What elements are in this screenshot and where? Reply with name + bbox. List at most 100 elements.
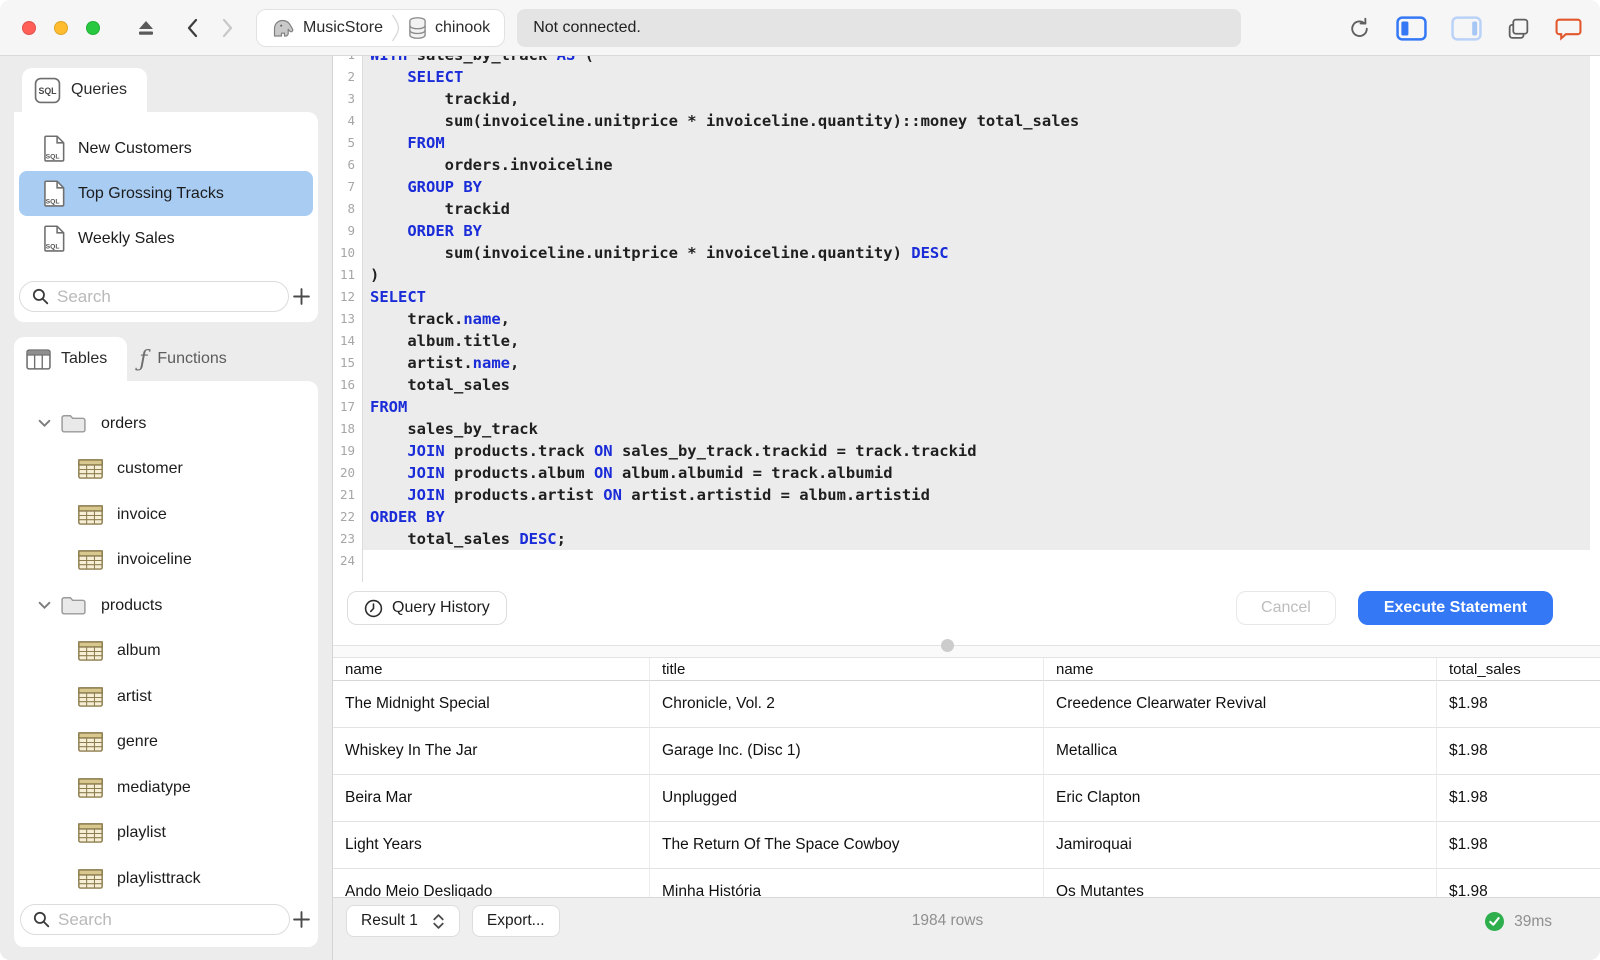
connection-status: Not connected.: [517, 8, 1242, 47]
result-cell[interactable]: Whiskey In The Jar: [333, 728, 650, 775]
breadcrumb-connection[interactable]: MusicStore: [271, 17, 383, 39]
result-cell[interactable]: Ando Meio Desligado: [333, 869, 650, 897]
breadcrumb-database[interactable]: chinook: [408, 16, 490, 40]
column-header[interactable]: name: [333, 658, 650, 681]
cancel-button[interactable]: Cancel: [1236, 591, 1336, 625]
queries-search-input[interactable]: [57, 286, 278, 307]
result-row[interactable]: Ando Meio Desligado Minha História Os Muta…: [333, 869, 1600, 897]
chevron-down-icon[interactable]: [38, 601, 52, 610]
tables-search-row: [20, 904, 312, 935]
query-history-button[interactable]: Query History: [347, 591, 507, 625]
splitter-handle-icon[interactable]: [940, 639, 954, 652]
result-cell[interactable]: The Midnight Special: [333, 681, 650, 728]
result-cell[interactable]: Unplugged: [650, 775, 1044, 822]
result-cell[interactable]: The Return Of The Space Cowboy: [650, 822, 1044, 869]
query-list-item[interactable]: SQL Weekly Sales: [19, 216, 313, 261]
query-list-item[interactable]: SQL New Customers: [19, 126, 313, 171]
add-table-button[interactable]: [290, 910, 312, 929]
toggle-left-sidebar-icon[interactable]: [1396, 15, 1427, 41]
search-icon: [32, 288, 49, 305]
result-cell[interactable]: Os Mutantes: [1044, 869, 1437, 897]
zoom-button[interactable]: [86, 20, 100, 35]
result-cell[interactable]: Minha História: [650, 869, 1044, 897]
app-window: MusicStore chinook Not connected. SQL Qu…: [0, 0, 1600, 960]
result-cell[interactable]: Beira Mar: [333, 775, 650, 822]
schema-folder[interactable]: orders: [14, 401, 318, 447]
line-number: 8: [347, 201, 355, 216]
tab-functions[interactable]: ƒ Functions: [127, 337, 247, 381]
table-item[interactable]: mediatype: [14, 765, 318, 811]
sql-file-icon: SQL: [43, 180, 66, 207]
column-header[interactable]: title: [650, 658, 1044, 681]
result-cell[interactable]: Eric Clapton: [1044, 775, 1437, 822]
table-item[interactable]: artist: [14, 674, 318, 720]
table-item[interactable]: album: [14, 629, 318, 675]
sql-editor[interactable]: 123456789101112131415161718192021222324 …: [333, 56, 1600, 582]
tab-queries[interactable]: SQL Queries: [22, 68, 148, 112]
code-line: sum(invoiceline.unitprice * invoiceline.…: [370, 112, 1080, 130]
forward-icon[interactable]: [222, 18, 234, 38]
result-cell[interactable]: $1.98: [1437, 728, 1600, 775]
refresh-icon[interactable]: [1347, 16, 1372, 41]
result-row[interactable]: Light Years The Return Of The Space Cowbo…: [333, 822, 1600, 869]
back-icon[interactable]: [186, 18, 198, 38]
add-query-button[interactable]: [289, 287, 313, 306]
chevron-down-icon[interactable]: [38, 419, 52, 428]
result-cell[interactable]: Chronicle, Vol. 2: [650, 681, 1044, 728]
result-row[interactable]: The Midnight Special Chronicle, Vol. 2 Cre…: [333, 681, 1600, 728]
column-header[interactable]: total_sales: [1437, 658, 1600, 681]
pane-splitter[interactable]: [333, 634, 1600, 658]
code-area[interactable]: WITH sales_by_track AS ( SELECT trackid,…: [363, 56, 1600, 582]
sql-file-icon: SQL: [43, 225, 66, 252]
query-list-item[interactable]: SQL Top Grossing Tracks: [19, 171, 313, 216]
result-cell[interactable]: $1.98: [1437, 681, 1600, 728]
code-line: FROM: [370, 398, 408, 416]
table-icon: [78, 823, 103, 844]
line-number: 16: [339, 377, 355, 392]
result-cell[interactable]: Creedence Clearwater Revival: [1044, 681, 1437, 728]
execute-statement-button[interactable]: Execute Statement: [1357, 591, 1553, 625]
result-cell[interactable]: Metallica: [1044, 728, 1437, 775]
table-item[interactable]: invoiceline: [14, 538, 318, 584]
code-line: JOIN products.album ON album.albumid = t…: [407, 464, 893, 482]
sql-badge-icon: SQL: [34, 77, 61, 104]
sidebar: SQL Queries SQL New Customers SQL Top Gross…: [0, 56, 333, 960]
tab-tables[interactable]: Tables: [14, 337, 128, 381]
result-cell[interactable]: $1.98: [1437, 775, 1600, 822]
close-button[interactable]: [22, 20, 36, 35]
table-name: album: [117, 642, 161, 660]
result-cell[interactable]: $1.98: [1437, 822, 1600, 869]
line-number: 24: [339, 553, 355, 568]
table-item[interactable]: playlisttrack: [14, 856, 318, 902]
table-icon: [78, 777, 103, 798]
result-cell[interactable]: Jamiroquai: [1044, 822, 1437, 869]
table-name: artist: [117, 687, 152, 705]
result-cell[interactable]: Light Years: [333, 822, 650, 869]
table-item[interactable]: invoice: [14, 492, 318, 538]
line-number: 10: [339, 245, 355, 260]
line-number: 18: [339, 421, 355, 436]
table-columns-icon: [26, 348, 51, 370]
tables-search-input[interactable]: [58, 909, 279, 930]
toggle-right-sidebar-icon[interactable]: [1451, 15, 1482, 41]
result-cell[interactable]: $1.98: [1437, 869, 1600, 897]
table-item[interactable]: genre: [14, 720, 318, 766]
line-number: 17: [339, 399, 355, 414]
schema-folder[interactable]: products: [14, 583, 318, 629]
query-name: Weekly Sales: [78, 229, 175, 247]
table-item[interactable]: playlist: [14, 811, 318, 857]
svg-text:SQL: SQL: [38, 86, 57, 96]
line-number: 23: [339, 531, 355, 546]
feedback-chat-icon[interactable]: [1555, 16, 1582, 41]
column-header[interactable]: name: [1044, 658, 1437, 681]
queries-search-box: [19, 281, 289, 312]
result-cell[interactable]: Garage Inc. (Disc 1): [650, 728, 1044, 775]
breadcrumb: MusicStore chinook: [256, 8, 506, 47]
table-item[interactable]: customer: [14, 447, 318, 493]
result-row[interactable]: Beira Mar Unplugged Eric Clapton $1.98: [333, 775, 1600, 822]
windows-icon[interactable]: [1506, 16, 1531, 41]
disconnect-eject-icon[interactable]: [136, 19, 156, 37]
minimize-button[interactable]: [54, 20, 68, 35]
code-line: trackid: [370, 200, 510, 218]
result-row[interactable]: Whiskey In The Jar Garage Inc. (Disc 1) Me…: [333, 728, 1600, 775]
